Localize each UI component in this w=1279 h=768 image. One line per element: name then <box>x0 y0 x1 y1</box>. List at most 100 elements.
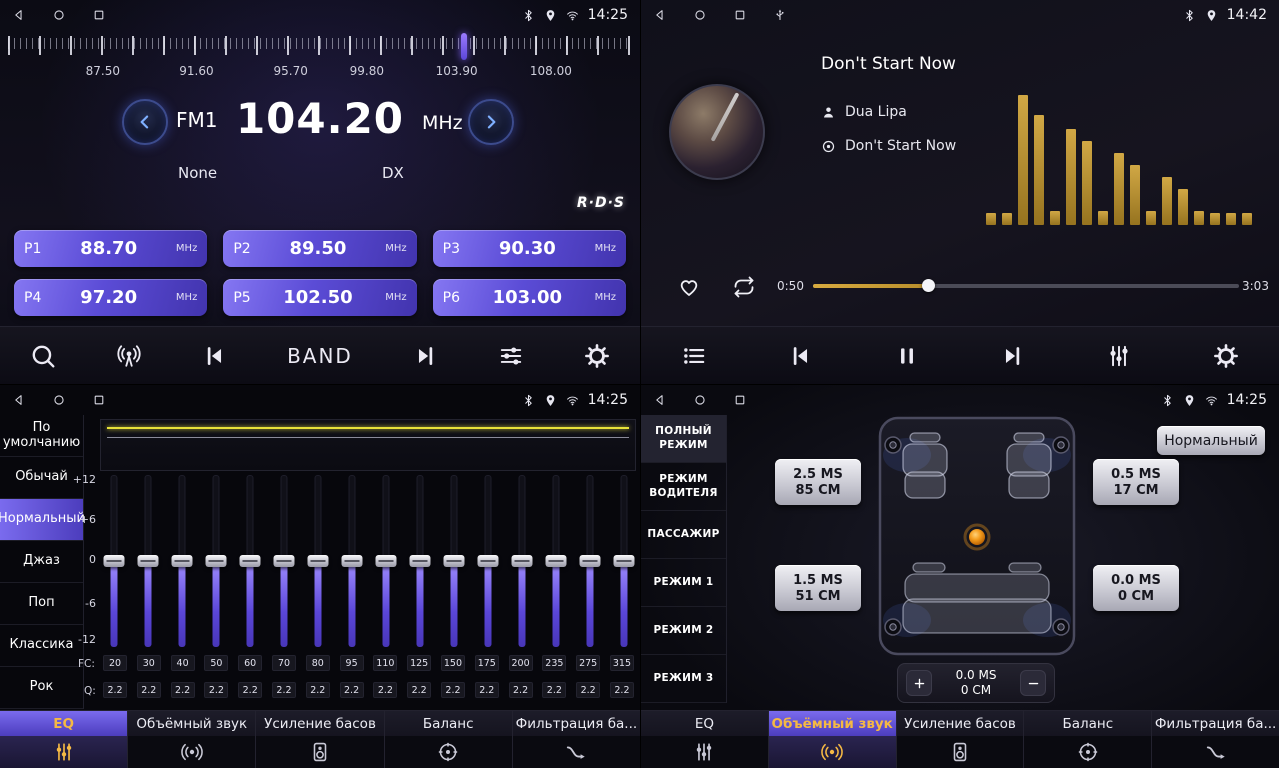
eq-band-slider[interactable] <box>613 475 634 647</box>
eq-curve-display <box>100 419 636 471</box>
listening-mode-item[interactable]: РЕЖИМ 1 <box>641 559 726 607</box>
visualizer-bar <box>1034 115 1044 225</box>
tune-down-button[interactable] <box>122 99 168 145</box>
eq-band-slider[interactable] <box>273 475 294 647</box>
playlist-icon <box>681 343 707 369</box>
listening-mode-item[interactable]: РЕЖИМ 3 <box>641 655 726 703</box>
preset-id: P5 <box>233 290 250 306</box>
audio-tab-2[interactable]: Объёмный звук <box>128 711 256 768</box>
next-track-button[interactable] <box>1000 343 1026 369</box>
nav-home-icon[interactable] <box>52 8 66 22</box>
listening-mode-item[interactable]: ПАССАЖИР <box>641 511 726 559</box>
eq-band-slider[interactable] <box>409 475 430 647</box>
audio-tab-5[interactable]: Фильтрация ба... <box>513 711 640 768</box>
settings-button[interactable] <box>584 343 610 369</box>
nav-recents-icon[interactable] <box>733 8 747 22</box>
fc-value: 30 <box>137 655 161 671</box>
dx-mode-label: DX <box>382 164 404 182</box>
preset-unit: MHz <box>176 292 197 303</box>
nav-back-icon[interactable] <box>653 393 667 407</box>
seek-down-button[interactable] <box>201 343 227 369</box>
nav-back-icon[interactable] <box>653 8 667 22</box>
adjuster-value: 0.0 MS 0 CM <box>938 668 1014 698</box>
album-art <box>669 84 765 180</box>
audio-tab-3[interactable]: Усиление басов <box>897 711 1025 768</box>
scan-button[interactable] <box>30 343 56 369</box>
eq-band-slider[interactable] <box>477 475 498 647</box>
preset-unit: MHz <box>595 243 616 254</box>
previous-track-button[interactable] <box>787 343 813 369</box>
audio-tab-1[interactable]: EQ <box>0 711 128 768</box>
equalizer-button[interactable] <box>1106 343 1132 369</box>
audio-tab-4[interactable]: Баланс <box>1024 711 1152 768</box>
tune-up-button[interactable] <box>468 99 514 145</box>
rear-left-delay-button[interactable]: 1.5 MS 51 CM <box>775 565 861 611</box>
audio-tab-3[interactable]: Усиление басов <box>256 711 384 768</box>
surround-sound-icon <box>769 736 896 768</box>
playlist-button[interactable] <box>681 343 707 369</box>
preset-p4[interactable]: P4 97.20 MHz <box>14 279 207 316</box>
eq-preset-item[interactable]: Классика <box>0 625 83 667</box>
preset-p1[interactable]: P1 88.70 MHz <box>14 230 207 267</box>
eq-band-slider[interactable] <box>341 475 362 647</box>
nav-recents-icon[interactable] <box>92 8 106 22</box>
seek-up-button[interactable] <box>413 343 439 369</box>
surround-preset-button[interactable]: Нормальный <box>1157 426 1265 455</box>
preset-p6[interactable]: P6 103.00 MHz <box>433 279 626 316</box>
audio-tab-1[interactable]: EQ <box>641 711 769 768</box>
eq-band-slider[interactable] <box>103 475 124 647</box>
nav-home-icon[interactable] <box>52 393 66 407</box>
nav-back-icon[interactable] <box>12 393 26 407</box>
eq-band-slider[interactable] <box>307 475 328 647</box>
nav-back-icon[interactable] <box>12 8 26 22</box>
adjuster-ms: 0.0 MS <box>956 668 997 683</box>
front-right-delay-button[interactable]: 0.5 MS 17 CM <box>1093 459 1179 505</box>
pause-button[interactable] <box>894 343 920 369</box>
nav-home-icon[interactable] <box>693 8 707 22</box>
eq-band-slider[interactable] <box>545 475 566 647</box>
rear-right-delay-button[interactable]: 0.0 MS 0 CM <box>1093 565 1179 611</box>
eq-band-slider[interactable] <box>579 475 600 647</box>
eq-band-slider[interactable] <box>137 475 158 647</box>
frequency-ruler[interactable] <box>8 36 632 60</box>
eq-band-slider[interactable] <box>511 475 532 647</box>
nav-recents-icon[interactable] <box>92 393 106 407</box>
preset-p2[interactable]: P2 89.50 MHz <box>223 230 416 267</box>
listening-mode-item[interactable]: ПОЛНЫЙ РЕЖИМ <box>641 415 726 463</box>
seek-bar[interactable] <box>813 284 1239 288</box>
favorite-button[interactable] <box>674 272 704 302</box>
eq-band-slider[interactable] <box>239 475 260 647</box>
increase-button[interactable] <box>906 670 932 696</box>
preset-p5[interactable]: P5 102.50 MHz <box>223 279 416 316</box>
equalizer-button[interactable] <box>498 343 524 369</box>
eq-band-slider[interactable] <box>375 475 396 647</box>
eq-preset-item[interactable]: Рок <box>0 667 83 709</box>
eq-band-slider[interactable] <box>443 475 464 647</box>
repeat-button[interactable] <box>729 272 759 302</box>
seek-knob[interactable] <box>922 279 935 292</box>
preset-p3[interactable]: P3 90.30 MHz <box>433 230 626 267</box>
location-icon <box>1183 394 1196 407</box>
decrease-button[interactable] <box>1020 670 1046 696</box>
eq-band-slider[interactable] <box>171 475 192 647</box>
listening-mode-item[interactable]: РЕЖИМ ВОДИТЕЛЯ <box>641 463 726 511</box>
heart-icon <box>677 275 701 299</box>
listening-mode-item[interactable]: РЕЖИМ 2 <box>641 607 726 655</box>
audio-tab-4[interactable]: Баланс <box>385 711 513 768</box>
settings-button[interactable] <box>1213 343 1239 369</box>
preset-id: P3 <box>443 241 460 257</box>
visualizer-bar <box>1194 211 1204 225</box>
audio-tab-5[interactable]: Фильтрация ба... <box>1152 711 1279 768</box>
q-value: 2.2 <box>441 682 465 698</box>
band-button[interactable]: BAND <box>287 344 353 368</box>
audio-tab-2[interactable]: Объёмный звук <box>769 711 897 768</box>
nav-recents-icon[interactable] <box>733 393 747 407</box>
fc-value: 70 <box>272 655 296 671</box>
eq-preset-item[interactable]: По умолчанию <box>0 415 83 457</box>
broadcast-button[interactable] <box>116 343 142 369</box>
front-left-delay-button[interactable]: 2.5 MS 85 CM <box>775 459 861 505</box>
eq-band-slider[interactable] <box>205 475 226 647</box>
tuner-indicator[interactable] <box>461 33 467 60</box>
nav-home-icon[interactable] <box>693 393 707 407</box>
sliders-icon <box>498 343 524 369</box>
